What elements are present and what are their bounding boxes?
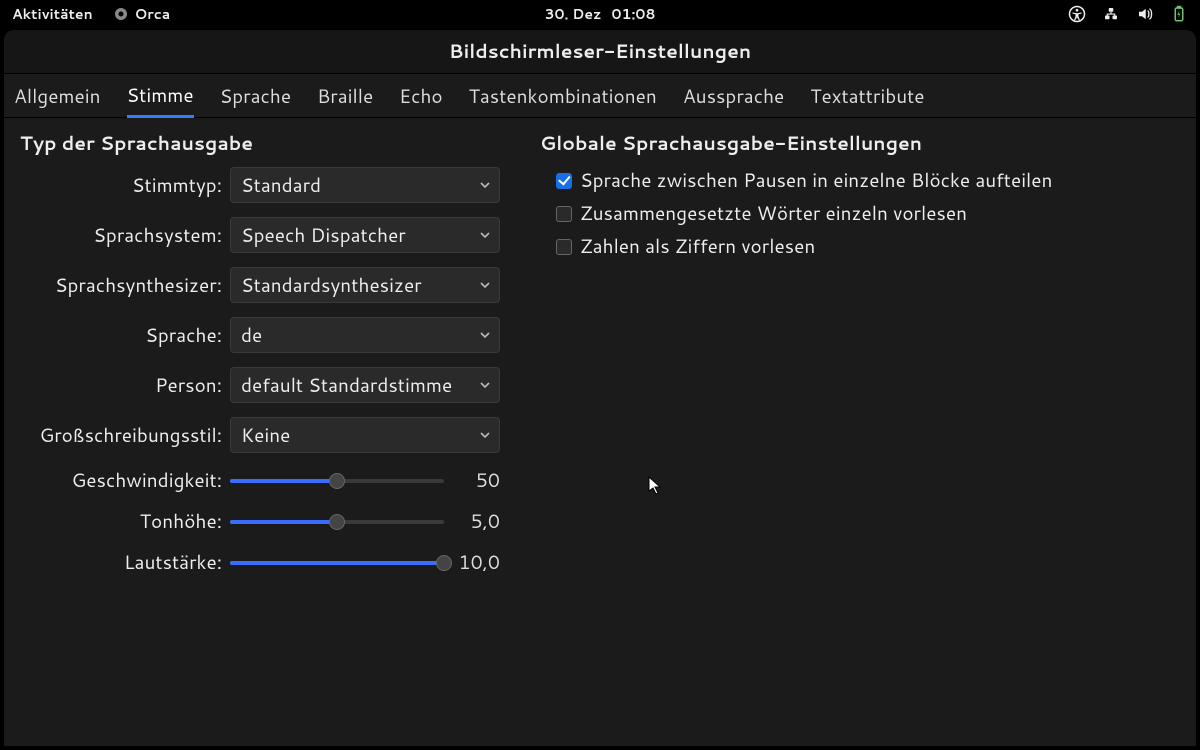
capstyle-value: Keine <box>241 422 290 449</box>
clock[interactable]: 30. Dez 01:08 <box>545 4 656 24</box>
network-icon[interactable] <box>1102 5 1120 23</box>
voice-type-label: Stimmtyp: <box>20 172 230 199</box>
voice-type-combo[interactable]: Standard <box>230 167 500 203</box>
pitch-slider[interactable] <box>230 520 444 524</box>
volume-label: Lautstärke: <box>20 549 230 576</box>
chevron-down-icon <box>479 179 491 191</box>
battery-icon[interactable] <box>1170 5 1188 23</box>
global-speech-section: Globale Sprachausgabe-Einstellungen Spra… <box>540 130 1080 590</box>
chevron-down-icon <box>479 329 491 341</box>
rate-label: Geschwindigkeit: <box>20 467 230 494</box>
activities-button[interactable]: Aktivitäten <box>12 4 93 24</box>
chevron-down-icon <box>479 279 491 291</box>
tab-textattribute[interactable]: Textattribute <box>810 75 924 116</box>
window-titlebar[interactable]: Bildschirmleser-Einstellungen <box>4 30 1196 74</box>
tab-echo[interactable]: Echo <box>399 75 442 116</box>
app-menu[interactable]: Orca <box>113 4 171 24</box>
tab-braille[interactable]: Braille <box>317 75 373 116</box>
rate-slider[interactable] <box>230 479 444 483</box>
person-label: Person: <box>20 372 230 399</box>
tab-stimme[interactable]: Stimme <box>127 74 194 118</box>
voice-type-value: Standard <box>241 172 321 199</box>
compound-words-checkbox[interactable] <box>556 206 572 222</box>
tab-bar: Allgemein Stimme Sprache Braille Echo Ta… <box>4 74 1196 118</box>
pitch-value: 5,0 <box>456 508 500 535</box>
digits-checkbox[interactable] <box>556 239 572 255</box>
speech-system-value: Speech Dispatcher <box>241 222 406 249</box>
language-combo[interactable]: de <box>230 317 500 353</box>
accessibility-icon[interactable] <box>1068 5 1086 23</box>
global-speech-heading: Globale Sprachausgabe-Einstellungen <box>540 130 1080 157</box>
pitch-label: Tonhöhe: <box>20 508 230 535</box>
voice-type-section: Typ der Sprachausgabe Stimmtyp: Standard… <box>20 130 500 590</box>
window-title: Bildschirmleser-Einstellungen <box>449 38 751 65</box>
person-combo[interactable]: default Standardstimme <box>230 367 500 403</box>
pause-chunks-checkbox-row[interactable]: Sprache zwischen Pausen in einzelne Blöc… <box>540 167 1080 194</box>
rate-value: 50 <box>456 467 500 494</box>
gnome-topbar: Aktivitäten Orca 30. Dez 01:08 <box>0 0 1200 28</box>
chevron-down-icon <box>479 379 491 391</box>
speech-system-combo[interactable]: Speech Dispatcher <box>230 217 500 253</box>
chevron-down-icon <box>479 229 491 241</box>
compound-words-checkbox-row[interactable]: Zusammengesetzte Wörter einzeln vorlesen <box>540 200 1080 227</box>
person-value: default Standardstimme <box>241 372 452 399</box>
volume-icon[interactable] <box>1136 5 1154 23</box>
date-label: 30. Dez <box>545 4 602 24</box>
capstyle-label: Großschreibungsstil: <box>20 422 230 449</box>
voice-type-heading: Typ der Sprachausgabe <box>20 130 500 157</box>
volume-value: 10,0 <box>456 549 500 576</box>
digits-checkbox-row[interactable]: Zahlen als Ziffern vorlesen <box>540 233 1080 260</box>
app-name: Orca <box>135 4 171 24</box>
orca-app-icon <box>113 6 129 22</box>
digits-label: Zahlen als Ziffern vorlesen <box>580 233 815 260</box>
tab-tastenkombinationen[interactable]: Tastenkombinationen <box>469 75 657 116</box>
pause-chunks-checkbox[interactable] <box>556 173 572 189</box>
language-value: de <box>241 322 262 349</box>
time-label: 01:08 <box>612 4 656 24</box>
preferences-window: Bildschirmleser-Einstellungen Allgemein … <box>4 30 1196 746</box>
synthesizer-combo[interactable]: Standardsynthesizer <box>230 267 500 303</box>
speech-system-label: Sprachsystem: <box>20 222 230 249</box>
synthesizer-value: Standardsynthesizer <box>241 272 422 299</box>
capstyle-combo[interactable]: Keine <box>230 417 500 453</box>
chevron-down-icon <box>479 429 491 441</box>
tab-sprache[interactable]: Sprache <box>220 75 291 116</box>
tab-aussprache[interactable]: Aussprache <box>683 75 784 116</box>
volume-slider[interactable] <box>230 561 444 565</box>
synthesizer-label: Sprachsynthesizer: <box>20 272 230 299</box>
compound-words-label: Zusammengesetzte Wörter einzeln vorlesen <box>580 200 967 227</box>
tab-allgemein[interactable]: Allgemein <box>14 75 101 116</box>
pause-chunks-label: Sprache zwischen Pausen in einzelne Blöc… <box>580 167 1052 194</box>
language-label: Sprache: <box>20 322 230 349</box>
